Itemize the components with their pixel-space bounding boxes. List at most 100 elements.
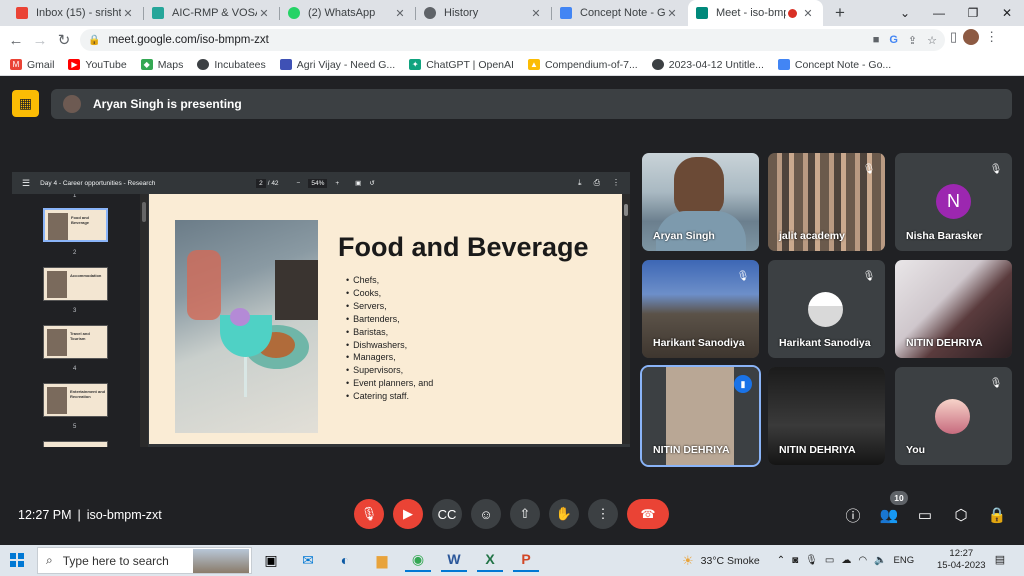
bookmark-gmail[interactable]: M Gmail [10, 59, 54, 71]
participant-tile[interactable]: NITIN DEHRIYA [895, 260, 1012, 358]
tab-history[interactable]: History ✕ [416, 0, 551, 26]
notification-icon[interactable]: ▤ [992, 552, 1008, 566]
bookmark-star-icon[interactable]: ☆ [927, 34, 937, 47]
tab-whatsapp[interactable]: (2) WhatsApp ✕ [280, 0, 415, 26]
excel-icon[interactable]: X [477, 548, 503, 572]
forward-arrow-icon[interactable]: → [29, 29, 51, 51]
url-text[interactable]: meet.google.com/iso-bmpm-zxt [108, 34, 268, 46]
volume-icon[interactable]: 🔈 [874, 555, 886, 566]
rotate-icon[interactable]: ↺ [369, 179, 374, 187]
chevron-up-icon[interactable]: ⌃ [777, 555, 785, 566]
battery-icon[interactable]: ▭ [825, 555, 834, 566]
side-panel-icon[interactable]: ▯ [950, 29, 957, 45]
thumbnail-page-3[interactable]: Accommodation [43, 267, 108, 301]
participant-tile[interactable]: 🎙 Harikant Sanodiya [768, 260, 885, 358]
thumbnail-page-6[interactable] [43, 441, 108, 447]
slide-scrollbar[interactable] [622, 194, 630, 444]
thumbnail-page-2[interactable]: Food and Beverage [43, 208, 108, 242]
people-icon[interactable]: 👥 [878, 504, 900, 526]
close-icon[interactable]: ✕ [529, 7, 543, 20]
language-indicator[interactable]: ENG [894, 555, 915, 566]
bookmark-untitled[interactable]: 2023-04-12 Untitle... [651, 59, 764, 71]
reload-icon[interactable]: ↻ [53, 29, 75, 51]
download-icon[interactable]: ⤓ [578, 178, 582, 188]
close-icon[interactable]: ✕ [257, 7, 271, 20]
participant-tile[interactable]: NITIN DEHRIYA [768, 367, 885, 465]
close-icon[interactable]: ✕ [393, 7, 407, 20]
bookmark-incubatees[interactable]: Incubatees [197, 59, 266, 71]
back-arrow-icon[interactable]: ← [5, 29, 27, 51]
windows-start-icon[interactable] [10, 553, 24, 567]
participant-tile-active-speaker[interactable]: ▮ NITIN DEHRIYA [640, 365, 761, 467]
tab-meet[interactable]: Meet - iso-bmpm ✕ [688, 0, 823, 26]
close-icon[interactable]: ✕ [801, 7, 815, 20]
address-bar[interactable]: 🔒 meet.google.com/iso-bmpm-zxt ■ G ⇪ ☆ [80, 29, 945, 51]
mail-icon[interactable]: ✉ [295, 548, 321, 572]
task-view-icon[interactable]: ▣ [258, 548, 284, 572]
taskbar-search[interactable]: ⌕ Type here to search [37, 547, 252, 574]
more-icon[interactable]: ⋮ [612, 178, 620, 188]
participant-tile[interactable]: 🎙 jalit academy [768, 153, 885, 251]
thumbnail-scrollbar[interactable] [140, 194, 148, 447]
microphone-icon[interactable]: 🎙 [805, 555, 818, 566]
fit-page-icon[interactable]: ▣ [355, 179, 361, 187]
camera-off-button[interactable]: ▶ [393, 499, 423, 529]
google-icon[interactable]: G [889, 34, 898, 46]
scrollbar-thumb[interactable] [624, 204, 628, 216]
shared-screen[interactable]: ☰ Day 4 - Career opportunities - Researc… [12, 172, 630, 447]
participant-tile[interactable]: Aryan Singh [642, 153, 759, 251]
bookmark-compendium[interactable]: ▲ Compendium-of-7... [527, 59, 638, 71]
camera-icon[interactable]: ■ [873, 34, 880, 46]
tab-gmail[interactable]: Inbox (15) - srishti@ ✕ [8, 0, 143, 26]
thumbnail-page-5[interactable]: Entertainment and Recreation [43, 383, 108, 417]
participant-tile-self[interactable]: 🎙 You [895, 367, 1012, 465]
profile-avatar[interactable] [963, 29, 980, 45]
tab-search-icon[interactable]: ⌄ [888, 0, 922, 26]
close-window-icon[interactable]: ✕ [990, 0, 1024, 26]
file-explorer-icon[interactable]: ▆ [369, 548, 395, 572]
emoji-button[interactable]: ☺ [471, 499, 501, 529]
weather-text[interactable]: 33°C Smoke [701, 555, 760, 567]
host-controls-icon[interactable]: 🔒 [986, 504, 1008, 526]
weather-icon[interactable]: ☀ [682, 553, 694, 569]
bookmark-agri-vijay[interactable]: Agri Vijay - Need G... [279, 59, 395, 71]
menu-icon[interactable]: ☰ [22, 178, 30, 189]
cloud-icon[interactable]: ☁ [841, 555, 851, 566]
tab-aic-rmp[interactable]: AIC-RMP & VOSAP Co ✕ [144, 0, 279, 26]
restore-icon[interactable]: ❐ [956, 0, 990, 26]
page-number[interactable]: 2 [256, 178, 266, 188]
bookmark-maps[interactable]: ◆ Maps [140, 59, 183, 71]
participant-tile[interactable]: 🎙 N Nisha Barasker [895, 153, 1012, 251]
scrollbar-thumb[interactable] [142, 202, 146, 222]
word-icon[interactable]: W [441, 548, 467, 572]
close-icon[interactable]: ✕ [665, 7, 679, 20]
close-icon[interactable]: ✕ [121, 7, 135, 20]
minimize-icon[interactable]: — [922, 0, 956, 26]
bookmark-concept-note[interactable]: Concept Note - Go... [777, 59, 891, 71]
thumbnail-page-4[interactable]: Travel and Tourism [43, 325, 108, 359]
meeting-details-icon[interactable]: ⓘ [842, 504, 864, 526]
zoom-out-icon[interactable]: − [297, 180, 301, 187]
zoom-in-icon[interactable]: + [335, 180, 339, 187]
powerpoint-icon[interactable]: P [513, 548, 539, 572]
present-button[interactable]: ⇧ [510, 499, 540, 529]
end-call-button[interactable]: ☎ [627, 499, 669, 529]
edge-icon[interactable]: ◐ [332, 548, 358, 572]
chat-icon[interactable]: ▭ [914, 504, 936, 526]
captions-button[interactable]: CC [432, 499, 462, 529]
camera-icon[interactable]: ◙ [792, 555, 798, 566]
bookmark-chatgpt[interactable]: ✦ ChatGPT | OpenAI [409, 59, 514, 71]
menu-icon[interactable]: ⋮ [985, 29, 998, 45]
share-icon[interactable]: ⇪ [908, 34, 917, 47]
participant-tile[interactable]: 🎙 Harikant Sanodiya [642, 260, 759, 358]
zoom-level[interactable]: 54% [308, 178, 328, 188]
wifi-icon[interactable]: ◠ [858, 555, 867, 566]
stop-presenting-icon[interactable]: ▦ [12, 90, 39, 117]
print-icon[interactable]: ⎙ [594, 178, 600, 188]
tab-concept-note[interactable]: Concept Note - Goog ✕ [552, 0, 687, 26]
chrome-icon[interactable]: ◉ [405, 548, 431, 572]
bookmark-youtube[interactable]: ▶ YouTube [68, 59, 127, 71]
clock[interactable]: 12:27 15-04-2023 [937, 548, 986, 572]
mic-off-button[interactable]: 🎙 [354, 499, 384, 529]
raise-hand-button[interactable]: ✋ [549, 499, 579, 529]
